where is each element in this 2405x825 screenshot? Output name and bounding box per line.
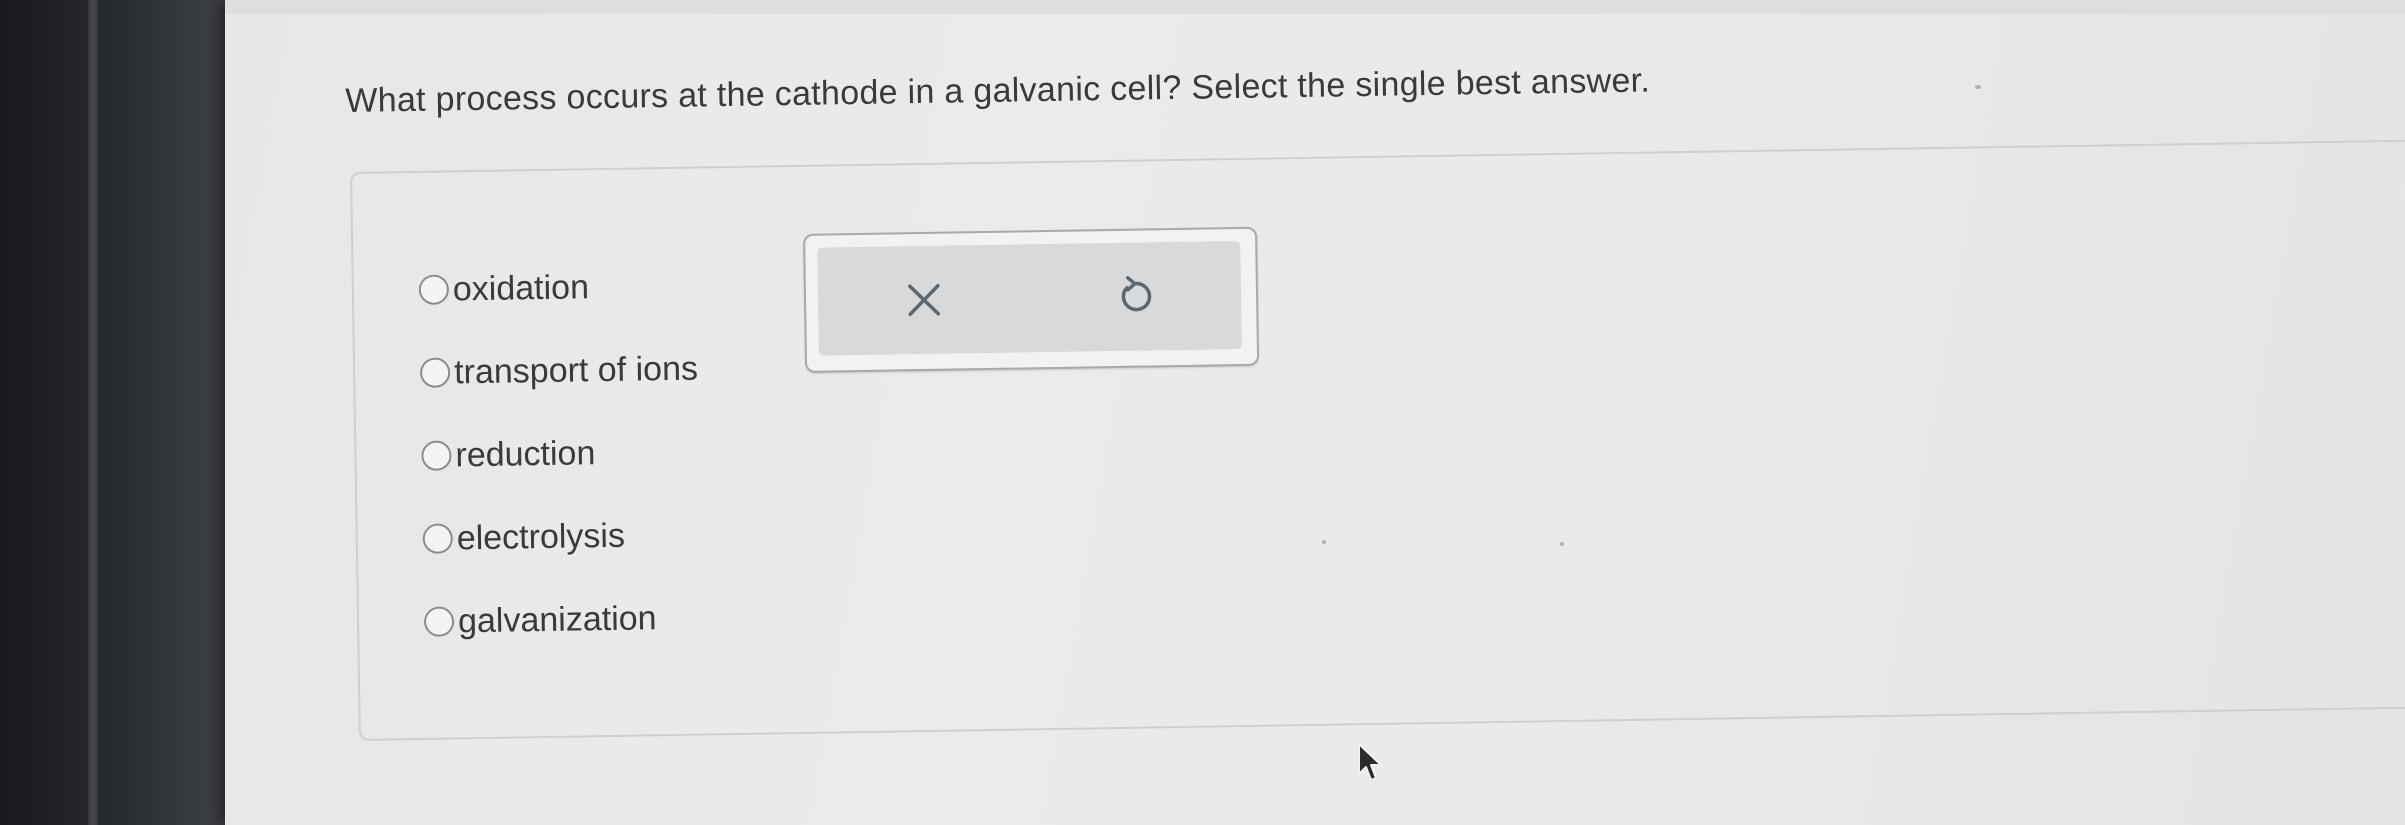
option-galvanization[interactable]: galvanization xyxy=(423,591,703,649)
undo-icon xyxy=(1122,276,1152,312)
option-oxidation[interactable]: oxidation xyxy=(418,259,697,317)
radio-button[interactable] xyxy=(422,523,454,554)
option-reduction[interactable]: reduction xyxy=(421,425,700,483)
radio-button[interactable] xyxy=(418,274,450,305)
answer-options: oxidation transport of ions reduction el… xyxy=(418,259,702,678)
undo-button[interactable] xyxy=(1095,256,1176,337)
clear-button[interactable] xyxy=(883,259,964,340)
x-icon xyxy=(907,284,940,316)
option-electrolysis[interactable]: electrolysis xyxy=(422,508,701,566)
radio-button[interactable] xyxy=(421,440,452,471)
monitor-bezel-edge xyxy=(88,0,98,825)
mouse-cursor-icon xyxy=(1358,743,1382,781)
option-label: reduction xyxy=(455,433,596,474)
option-transport-of-ions[interactable]: transport of ions xyxy=(419,342,699,400)
option-label: galvanization xyxy=(457,598,657,640)
radio-button[interactable] xyxy=(423,606,455,637)
radio-button[interactable] xyxy=(419,357,451,388)
top-bar xyxy=(225,0,2405,14)
option-label: transport of ions xyxy=(453,349,699,391)
question-text: What process occurs at the cathode in a … xyxy=(345,61,1651,120)
screen-speck xyxy=(1975,85,1981,89)
screen: What process occurs at the cathode in a … xyxy=(225,0,2405,825)
option-label: electrolysis xyxy=(456,516,626,557)
answer-tools-bar xyxy=(817,241,1242,356)
answer-panel: oxidation transport of ions reduction el… xyxy=(350,138,2405,741)
screen-speck xyxy=(1560,542,1564,546)
option-label: oxidation xyxy=(452,267,590,308)
screen-speck xyxy=(1322,540,1326,544)
answer-tools xyxy=(803,226,1260,373)
